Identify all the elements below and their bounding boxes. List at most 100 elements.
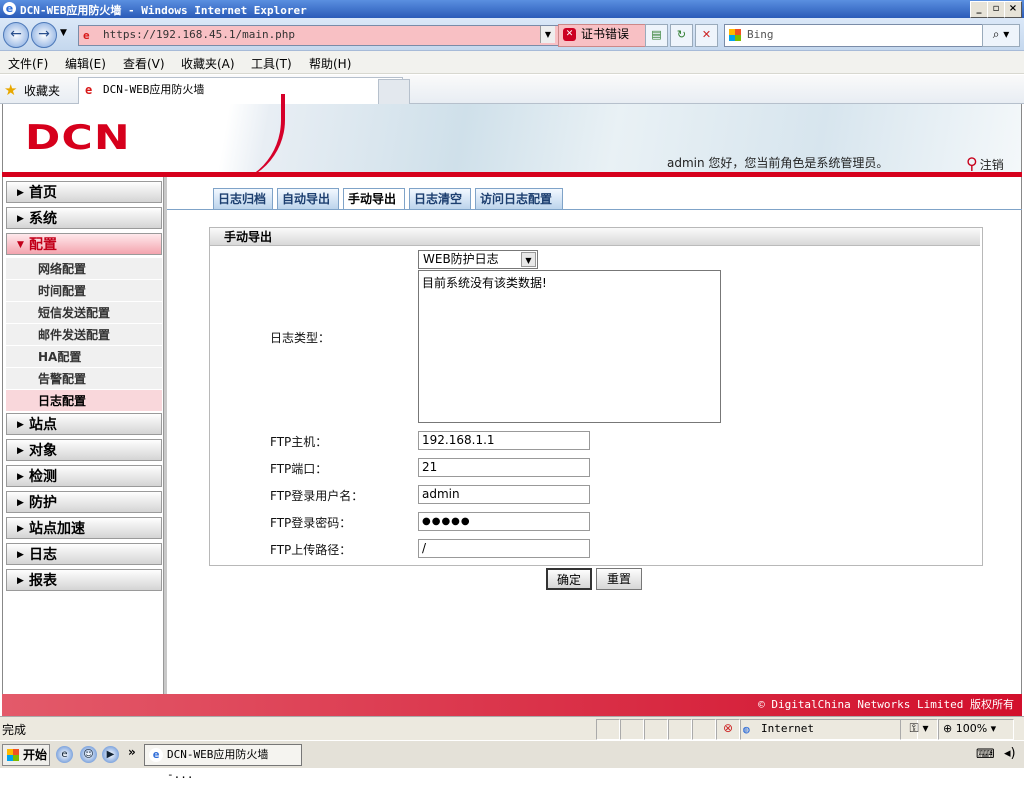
tab-access-log-config[interactable]: 访问日志配置 [475,188,563,210]
search-placeholder: Bing [747,28,774,41]
ftp-path-input[interactable]: / [418,539,590,558]
sidebar-item-site-accel[interactable]: ▶ 站点加速 [6,517,162,539]
manual-export-panel: 手动导出 WEB防护日志 ▼ 目前系统没有该类数据! 日志类型： FTP主机： … [209,227,983,566]
address-dropdown-icon[interactable]: ▼ [540,26,555,43]
zoom-icon: ⊕ [943,722,953,735]
status-cell [668,719,692,740]
minimize-button[interactable]: _ [970,1,988,18]
page-favicon-icon: e [83,29,90,42]
tab-auto-export[interactable]: 自动导出 [277,188,339,210]
logout-label: 注销 [979,158,1004,172]
log-type-value: WEB防护日志 [423,252,499,266]
favorites-button[interactable]: 收藏夹 [24,82,60,99]
status-cell [620,719,644,740]
zone-indicator[interactable]: ◍ Internet [740,719,918,740]
chevron-right-icon: ▶ [17,446,24,456]
sidebar-item-label: 报表 [29,573,57,589]
sidebar: ▶ 首页 ▶ 系统 ▼ 配置 网络配置 时间配置 短信发送配置 邮件发送配置 HA配置… [2,177,169,694]
favorites-star-icon[interactable]: ★ [4,81,17,99]
new-tab-button[interactable] [378,79,410,105]
tab-underline [167,209,1022,210]
sidebar-item-label: 系统 [29,211,57,227]
keyboard-icon[interactable]: ⌨ [976,747,995,762]
logout-link[interactable]: ⚲ 注销 [966,154,1004,173]
zone-label: Internet [761,722,814,735]
menu-edit[interactable]: 编辑(E) [65,55,106,72]
log-content-textarea[interactable]: 目前系统没有该类数据! [418,270,721,423]
tab-log-archive[interactable]: 日志归档 [213,188,273,210]
ftp-user-input[interactable]: admin [418,485,590,504]
sidebar-item-protect[interactable]: ▶ 防护 [6,491,162,513]
menu-tools[interactable]: 工具(T) [251,55,292,72]
ftp-host-input[interactable]: 192.168.1.1 [418,431,590,450]
sidebar-item-home[interactable]: ▶ 首页 [6,181,162,203]
address-bar[interactable]: e https://192.168.45.1/main.php [78,25,582,46]
taskbar-window-label: DCN-WEB应用防火墙 -... [167,748,269,781]
ftp-host-label: FTP主机： [270,435,328,449]
history-dropdown-icon[interactable]: ▼ [60,28,67,38]
stop-icon[interactable]: ✕ [695,24,718,47]
menu-help[interactable]: 帮助(H) [309,55,351,72]
subitem-time-config[interactable]: 时间配置 [6,280,162,302]
subitem-log-config[interactable]: 日志配置 [6,390,162,412]
sidebar-item-object[interactable]: ▶ 对象 [6,439,162,461]
sidebar-item-label: 配置 [29,237,57,253]
start-button[interactable]: 开始 [2,744,50,766]
zoom-control[interactable]: ⊕ 100% ▾ [938,719,1014,740]
sidebar-item-detect[interactable]: ▶ 检测 [6,465,162,487]
taskbar-ie-window[interactable]: e DCN-WEB应用防火墙 -... [144,744,302,781]
subitem-network-config[interactable]: 网络配置 [6,258,162,280]
forward-button[interactable]: → [31,22,57,48]
favorites-bar: ★ 收藏夹 e DCN-WEB应用防火墙 [0,75,1024,105]
media-quicklaunch-icon[interactable]: ▶ [102,746,119,763]
compat-view-icon[interactable]: ▤ [645,24,668,47]
subitem-mail-config[interactable]: 邮件发送配置 [6,324,162,346]
header-banner: DCN admin 您好，您当前角色是系统管理员。 ⚲ 注销 [2,94,1022,184]
subitem-alarm-config[interactable]: 告警配置 [6,368,162,390]
status-text: 完成 [2,723,27,737]
protected-mode-icon[interactable]: ⚿ ▾ [900,719,938,740]
start-label: 开始 [23,748,48,762]
log-type-select[interactable]: WEB防护日志 ▼ [418,250,538,269]
quicklaunch-overflow-icon[interactable]: » [128,745,136,759]
certificate-error-label: 证书错误 [581,27,630,41]
volume-icon[interactable]: ◂) [1004,746,1016,761]
confirm-button[interactable]: 确定 [546,568,592,590]
menu-view[interactable]: 查看(V) [123,55,165,72]
sidebar-item-label: 首页 [29,185,57,201]
sidebar-item-system[interactable]: ▶ 系统 [6,207,162,229]
reset-button[interactable]: 重置 [596,568,642,590]
panel-title: 手动导出 [210,228,980,246]
menu-favorites[interactable]: 收藏夹(A) [181,55,235,72]
search-button[interactable]: ⌕ ▾ [982,24,1020,47]
tab-favicon-icon: e [85,83,93,97]
status-cell [596,719,620,740]
tab-manual-export[interactable]: 手动导出 [343,188,405,210]
ftp-password-label: FTP登录密码： [270,516,352,530]
tab-log-clear[interactable]: 日志清空 [409,188,471,210]
ftp-user-label: FTP登录用户名： [270,489,364,503]
shield-x-icon: ✕ [563,28,576,41]
refresh-icon[interactable]: ↻ [670,24,693,47]
sidebar-item-site[interactable]: ▶ 站点 [6,413,162,435]
chevron-right-icon: ▶ [17,550,24,560]
maximize-button[interactable]: ▫ [987,1,1005,18]
ie-quicklaunch-icon[interactable]: e [56,746,73,763]
sidebar-item-config[interactable]: ▼ 配置 [6,233,162,255]
menu-file[interactable]: 文件(F) [8,55,48,72]
security-warning-icon[interactable]: ⊗ [716,719,740,740]
ftp-port-input[interactable]: 21 [418,458,590,477]
people-quicklaunch-icon[interactable]: ☺ [80,746,97,763]
sidebar-item-log[interactable]: ▶ 日志 [6,543,162,565]
back-button[interactable]: ← [3,22,29,48]
subitem-ha-config[interactable]: HA配置 [6,346,162,368]
subitem-sms-config[interactable]: 短信发送配置 [6,302,162,324]
tab-title: DCN-WEB应用防火墙 [103,83,205,96]
menu-bar: 文件(F) 编辑(E) 查看(V) 收藏夹(A) 工具(T) 帮助(H) [0,51,1024,74]
chevron-right-icon: ▶ [17,498,24,508]
key-icon: ⚲ [966,154,978,173]
sidebar-item-report[interactable]: ▶ 报表 [6,569,162,591]
close-button[interactable]: × [1004,1,1022,18]
search-input[interactable]: Bing [724,24,1002,47]
ftp-password-input[interactable]: ●●●●● [418,512,590,531]
